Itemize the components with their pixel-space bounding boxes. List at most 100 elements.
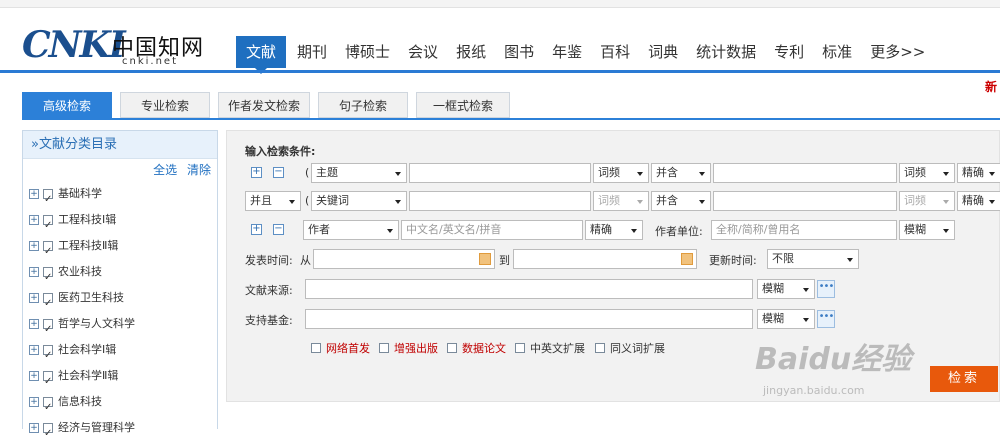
nav-standards[interactable]: 标准 <box>815 36 859 68</box>
category-checkbox[interactable] <box>43 343 53 369</box>
form-label: 输入检索条件: <box>245 145 316 158</box>
remove-row-icon[interactable]: − <box>273 167 284 178</box>
expand-icon[interactable]: + <box>29 241 39 251</box>
expand-icon[interactable]: + <box>29 345 39 355</box>
remove-row-icon[interactable]: − <box>273 224 284 235</box>
calendar-icon[interactable] <box>681 253 693 265</box>
match-select[interactable]: 精确 <box>957 191 1000 211</box>
expand-icon[interactable]: + <box>29 319 39 329</box>
category-checkbox[interactable] <box>43 187 53 213</box>
expand-icon[interactable]: + <box>29 397 39 407</box>
option-online-first[interactable]: 网络首发 <box>311 340 370 356</box>
calendar-icon[interactable] <box>479 253 491 265</box>
keyword2-input[interactable] <box>713 163 897 183</box>
unit-match-select[interactable]: 模糊 <box>899 220 955 240</box>
category-checkbox[interactable] <box>43 291 53 317</box>
main-nav: 文献 期刊 博硕士 会议 报纸 图书 年鉴 百科 词典 统计数据 专利 标准 更… <box>236 36 936 74</box>
fund-input[interactable] <box>305 309 753 329</box>
match-select[interactable]: 精确 <box>957 163 1000 183</box>
date-from-input[interactable] <box>313 249 495 269</box>
logo-net: cnki.net <box>122 56 178 67</box>
open-paren: ( <box>305 194 310 207</box>
nav-statistics[interactable]: 统计数据 <box>689 36 763 68</box>
expand-icon[interactable]: + <box>29 189 39 199</box>
category-label: 社会科学Ⅱ辑 <box>58 369 119 382</box>
watermark-text: Baidu经验 <box>755 342 912 377</box>
option-checkbox[interactable] <box>379 343 389 353</box>
category-item[interactable]: + 基础科学 <box>23 181 217 213</box>
new-badge[interactable]: 新 <box>985 78 997 95</box>
frequency2-select[interactable]: 词频 <box>899 191 955 211</box>
nav-journals[interactable]: 期刊 <box>290 36 334 68</box>
select-all-link[interactable]: 全选 <box>153 163 177 177</box>
source-picker-button[interactable]: ••• <box>817 280 835 298</box>
keyword-input[interactable] <box>409 163 591 183</box>
nav-encyclopedia[interactable]: 百科 <box>593 36 637 68</box>
option-data-paper[interactable]: 数据论文 <box>447 340 506 356</box>
nav-yearbooks[interactable]: 年鉴 <box>545 36 589 68</box>
option-label: 中英文扩展 <box>530 342 585 355</box>
update-time-select[interactable]: 不限 <box>767 249 859 269</box>
expand-icon[interactable]: + <box>29 215 39 225</box>
author-field-select[interactable]: 作者 <box>303 220 399 240</box>
fund-picker-button[interactable]: ••• <box>817 310 835 328</box>
clear-link[interactable]: 清除 <box>187 163 211 177</box>
category-label: 经济与管理科学 <box>58 421 135 434</box>
tab-advanced-search[interactable]: 高级检索 <box>22 92 112 118</box>
author-match-select[interactable]: 精确 <box>585 220 643 240</box>
frequency2-select[interactable]: 词频 <box>899 163 955 183</box>
frequency-select[interactable]: 词频 <box>593 163 649 183</box>
category-checkbox[interactable] <box>43 421 53 447</box>
option-checkbox[interactable] <box>311 343 321 353</box>
tab-author-search[interactable]: 作者发文检索 <box>218 92 310 118</box>
author-input[interactable]: 中文名/英文名/拼音 <box>401 220 583 240</box>
nav-conferences[interactable]: 会议 <box>401 36 445 68</box>
category-checkbox[interactable] <box>43 317 53 343</box>
category-checkbox[interactable] <box>43 265 53 291</box>
nav-newspapers[interactable]: 报纸 <box>449 36 493 68</box>
nav-literature[interactable]: 文献 <box>236 36 287 74</box>
category-checkbox[interactable] <box>43 395 53 421</box>
category-checkbox[interactable] <box>43 239 53 265</box>
tab-single-box-search[interactable]: 一框式检索 <box>416 92 510 118</box>
nav-dictionary[interactable]: 词典 <box>641 36 685 68</box>
option-checkbox[interactable] <box>515 343 525 353</box>
option-checkbox[interactable] <box>447 343 457 353</box>
author-unit-input[interactable]: 全称/简称/曾用名 <box>711 220 897 240</box>
option-label: 数据论文 <box>462 342 506 355</box>
source-match-select[interactable]: 模糊 <box>757 279 815 299</box>
source-input[interactable] <box>305 279 753 299</box>
logic-select[interactable]: 并且 <box>245 191 301 211</box>
option-enhanced[interactable]: 增强出版 <box>379 340 438 356</box>
expand-icon[interactable]: + <box>29 293 39 303</box>
combine-select[interactable]: 并含 <box>651 191 711 211</box>
date-to-input[interactable] <box>513 249 697 269</box>
keyword2-input[interactable] <box>713 191 897 211</box>
cnki-logo[interactable]: CNKI 中国知网 cnki.net <box>22 24 212 68</box>
nav-more[interactable]: 更多>> <box>863 36 932 68</box>
search-button[interactable]: 检索 <box>930 366 998 392</box>
option-synonym-expand[interactable]: 同义词扩展 <box>595 340 665 356</box>
add-row-icon[interactable]: + <box>251 224 262 235</box>
frequency-select[interactable]: 词频 <box>593 191 649 211</box>
expand-icon[interactable]: + <box>29 371 39 381</box>
field-select[interactable]: 关键词 <box>311 191 407 211</box>
fund-match-select[interactable]: 模糊 <box>757 309 815 329</box>
expand-icon[interactable]: + <box>29 267 39 277</box>
tab-professional-search[interactable]: 专业检索 <box>120 92 210 118</box>
tab-sentence-search[interactable]: 句子检索 <box>318 92 408 118</box>
category-label: 工程科技Ⅰ辑 <box>58 213 117 226</box>
nav-patents[interactable]: 专利 <box>767 36 811 68</box>
date-label: 发表时间: <box>245 254 293 267</box>
category-checkbox[interactable] <box>43 369 53 395</box>
keyword-input[interactable] <box>409 191 591 211</box>
add-row-icon[interactable]: + <box>251 167 262 178</box>
field-select[interactable]: 主题 <box>311 163 407 183</box>
option-checkbox[interactable] <box>595 343 605 353</box>
expand-icon[interactable]: + <box>29 423 39 433</box>
combine-select[interactable]: 并含 <box>651 163 711 183</box>
nav-books[interactable]: 图书 <box>497 36 541 68</box>
nav-theses[interactable]: 博硕士 <box>338 36 397 68</box>
category-checkbox[interactable] <box>43 213 53 239</box>
option-cn-en-expand[interactable]: 中英文扩展 <box>515 340 585 356</box>
